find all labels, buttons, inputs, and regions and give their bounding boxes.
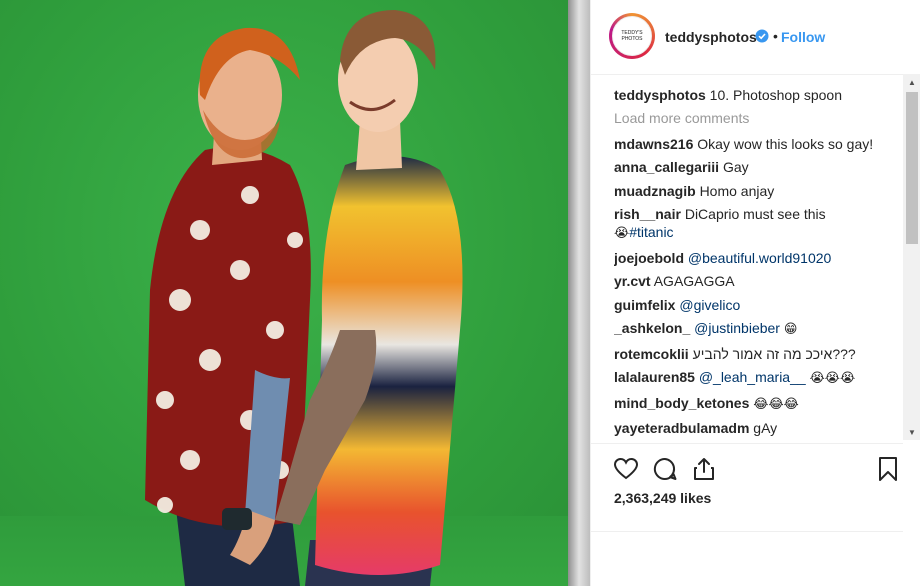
comment-item: anna_callegariii Gay: [614, 158, 899, 176]
avatar[interactable]: TEDDY'S PHOTOS: [609, 13, 655, 59]
post-actions: 2,363,249 likes: [591, 443, 903, 536]
scroll-up-arrow-icon[interactable]: ▲: [903, 74, 920, 90]
mention-link[interactable]: @justinbieber: [694, 320, 780, 336]
mention-link[interactable]: @beautiful.world91020: [688, 250, 831, 266]
share-icon[interactable]: [691, 456, 717, 482]
comment-username[interactable]: _ashkelon_: [614, 320, 690, 336]
comment-emoji: 😭: [614, 226, 630, 241]
mention-link[interactable]: @_leah_maria__: [699, 369, 806, 385]
post-photo[interactable]: [0, 0, 590, 586]
comment-item: guimfelix @givelico: [614, 296, 899, 314]
comment-username[interactable]: anna_callegariii: [614, 159, 719, 175]
add-comment-area[interactable]: [591, 531, 903, 587]
hashtag-link[interactable]: #titanic: [629, 224, 673, 240]
likes-count[interactable]: 2,363,249 likes: [614, 490, 711, 506]
heart-icon[interactable]: [613, 456, 639, 482]
comment-text: gAy: [753, 420, 778, 436]
comment-item: rish__nair DiCaprio must see this 😭#tita…: [614, 205, 899, 243]
comment-emoji: 😁: [783, 322, 798, 337]
header-username[interactable]: teddysphotos: [665, 29, 757, 45]
comment-text: איככ מה זה אמור להביע???: [692, 345, 856, 362]
comment-username[interactable]: mind_body_ketones: [614, 395, 749, 411]
comment-emoji: 😂😂😂: [753, 396, 799, 412]
comment-text: AGAGAGGA: [653, 273, 735, 289]
comment-item: yr.cvt AGAGAGGA: [614, 272, 899, 290]
load-more-comments-button[interactable]: Load more comments: [614, 110, 899, 126]
verified-badge-icon: [755, 29, 769, 43]
comment-username[interactable]: muadznagib: [614, 183, 696, 199]
post-details-panel: TEDDY'S PHOTOS teddysphotos • Follow ted…: [590, 0, 920, 586]
comment-username[interactable]: rotemcoklii: [614, 346, 689, 362]
comment-username[interactable]: lalalauren85: [614, 369, 695, 385]
comment-text: DiCaprio must see this: [684, 206, 826, 222]
comment-item: yayeteradbulamadm gAy: [614, 419, 899, 437]
comment-item: joejoebold @beautiful.world91020: [614, 249, 899, 267]
caption-text: 10. Photoshop spoon: [709, 87, 843, 103]
comment-username[interactable]: joejoebold: [614, 250, 684, 266]
comment-text: Gay: [722, 159, 749, 175]
comment-username[interactable]: rish__nair: [614, 206, 681, 222]
avatar-image: TEDDY'S PHOTOS: [612, 16, 652, 56]
comment-text: Okay wow this looks so gay!: [697, 135, 874, 152]
separator-dot: •: [773, 28, 778, 44]
comment-text: Homo anjay: [699, 182, 775, 199]
comment-username[interactable]: yayeteradbulamadm: [614, 420, 749, 436]
post-header: TEDDY'S PHOTOS teddysphotos • Follow: [591, 0, 903, 75]
two-men-figures: [145, 10, 463, 586]
comment-emoji: 😭😭😭: [809, 371, 856, 386]
comment-bubble-icon[interactable]: [652, 456, 678, 482]
comment-username[interactable]: guimfelix: [614, 297, 675, 313]
mention-link[interactable]: @givelico: [679, 297, 740, 313]
comment-item: _ashkelon_ @justinbieber 😁: [614, 319, 899, 339]
post-caption: teddysphotos 10. Photoshop spoon: [614, 86, 899, 104]
comment-username[interactable]: mdawns216: [614, 136, 693, 152]
comment-item: mind_body_ketones 😂😂😂: [614, 394, 899, 414]
comment-username[interactable]: yr.cvt: [614, 273, 651, 289]
comment-item: rotemcoklii איככ מה זה אמור להביע???: [614, 345, 899, 363]
scrollbar-thumb[interactable]: [906, 92, 918, 244]
scroll-down-arrow-icon[interactable]: ▼: [903, 424, 920, 440]
follow-button[interactable]: Follow: [781, 29, 825, 45]
comments-scrollbar[interactable]: ▲ ▼: [903, 74, 920, 440]
comment-item: muadznagib Homo anjay: [614, 182, 899, 200]
comments-list: teddysphotos 10. Photoshop spoon Load mo…: [614, 86, 899, 442]
caption-username[interactable]: teddysphotos: [614, 87, 706, 103]
comment-item: mdawns216 Okay wow this looks so gay!: [614, 135, 899, 153]
avatar-logo-text: TEDDY'S PHOTOS: [621, 30, 643, 42]
comment-item: lalalauren85 @_leah_maria__ 😭😭😭: [614, 368, 899, 388]
bookmark-icon[interactable]: [875, 456, 901, 482]
